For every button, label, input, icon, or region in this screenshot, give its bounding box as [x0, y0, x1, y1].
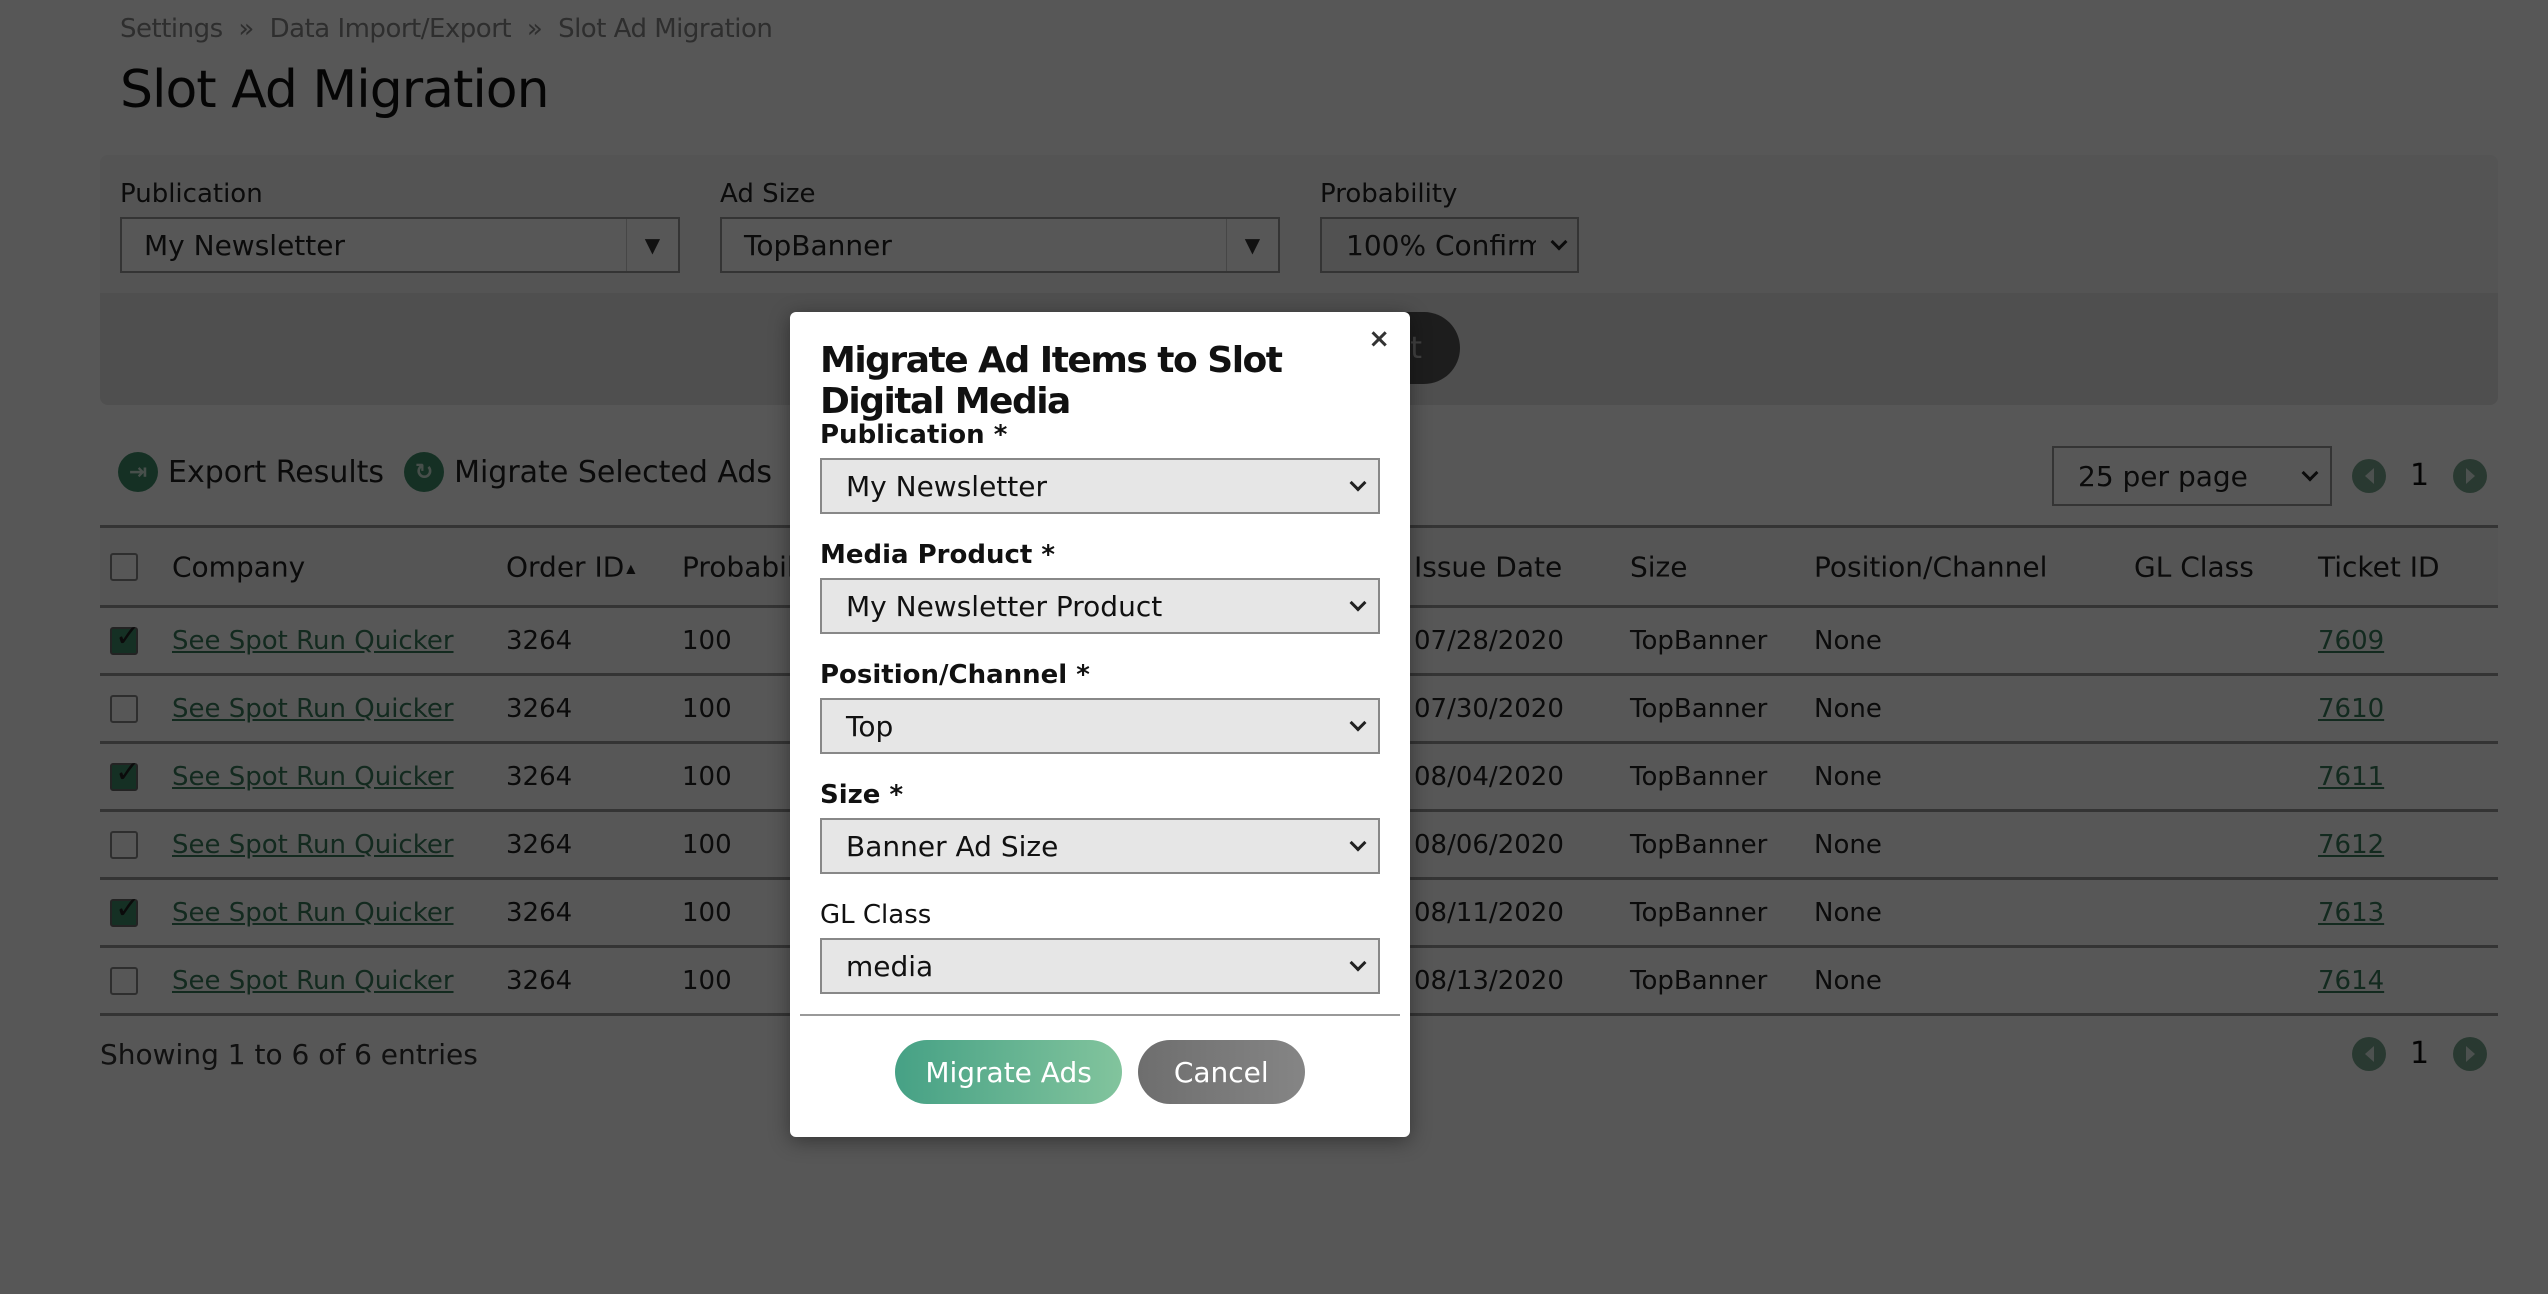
- publication-label: Publication *: [820, 420, 1008, 450]
- modal-title: Migrate Ad Items to Slot Digital Media: [820, 340, 1283, 422]
- media-product-label: Media Product *: [820, 540, 1055, 570]
- media-product-value: My Newsletter Product: [846, 589, 1163, 623]
- size-value: Banner Ad Size: [846, 829, 1059, 863]
- publication-select[interactable]: My Newsletter: [820, 458, 1380, 514]
- position-channel-field: Position/Channel * Top: [820, 660, 1380, 754]
- chevron-down-icon: [1349, 714, 1367, 732]
- chevron-down-icon: [1349, 594, 1367, 612]
- size-label: Size *: [820, 780, 904, 810]
- modal-divider: [800, 1014, 1400, 1016]
- size-field: Size * Banner Ad Size: [820, 780, 1380, 874]
- publication-field: Publication * My Newsletter: [820, 420, 1380, 514]
- media-product-field: Media Product * My Newsletter Product: [820, 540, 1380, 634]
- position-channel-label: Position/Channel *: [820, 660, 1090, 690]
- chevron-down-icon: [1349, 834, 1367, 852]
- chevron-down-icon: [1349, 474, 1367, 492]
- media-product-select[interactable]: My Newsletter Product: [820, 578, 1380, 634]
- size-select[interactable]: Banner Ad Size: [820, 818, 1380, 874]
- publication-value: My Newsletter: [846, 469, 1047, 503]
- migrate-ads-modal: × Migrate Ad Items to Slot Digital Media…: [790, 312, 1410, 1137]
- migrate-ads-button[interactable]: Migrate Ads: [895, 1040, 1122, 1104]
- modal-actions: Migrate Ads Cancel: [790, 1040, 1410, 1104]
- gl-class-label: GL Class: [820, 900, 932, 930]
- gl-class-select[interactable]: media: [820, 938, 1380, 994]
- position-channel-select[interactable]: Top: [820, 698, 1380, 754]
- cancel-button[interactable]: Cancel: [1137, 1040, 1305, 1104]
- gl-class-value: media: [846, 949, 934, 983]
- position-channel-value: Top: [846, 709, 894, 743]
- gl-class-field: GL Class media: [820, 900, 1380, 994]
- chevron-down-icon: [1349, 954, 1367, 972]
